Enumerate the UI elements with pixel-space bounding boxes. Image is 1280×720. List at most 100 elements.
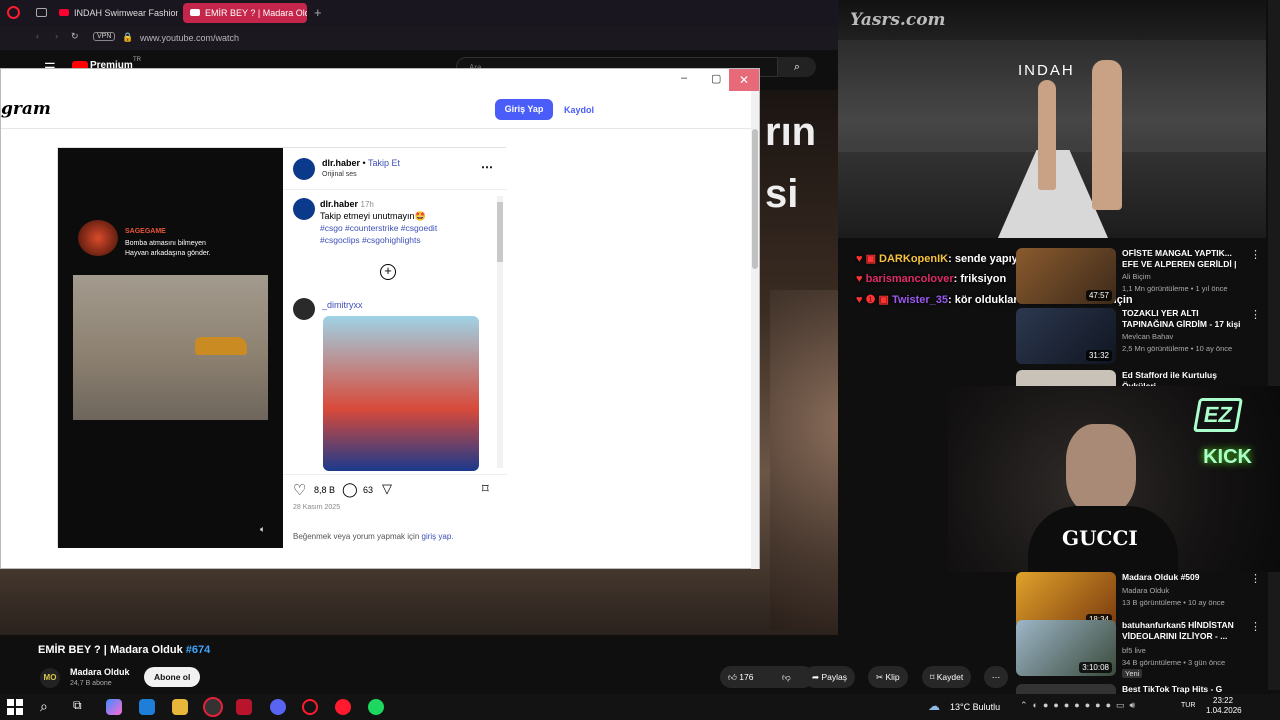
tab-islands-icon[interactable] (36, 8, 47, 17)
comments-scrollbar[interactable] (497, 196, 503, 468)
clock-time[interactable]: 23:22 (1213, 696, 1233, 705)
share-button[interactable]: ➦ Paylaş (804, 666, 855, 688)
video-editor-icon[interactable] (236, 699, 252, 715)
opera-gx-alt-icon[interactable] (335, 699, 351, 715)
recommendation-item[interactable]: Best TikTok Trap Hits - G House (1016, 684, 1252, 694)
like-button[interactable]: 👍︎ 176 👎︎ (720, 666, 814, 688)
search-icon[interactable]: ⌕ (40, 698, 48, 715)
duration-badge: 3:10:08 (1079, 662, 1112, 673)
signup-link[interactable]: Kaydol (564, 105, 594, 115)
more-options-icon[interactable]: ⋮ (1250, 370, 1252, 383)
reload-icon[interactable]: ↻ (71, 31, 79, 42)
caption-time: 17h (360, 200, 374, 209)
popup-scroll-thumb[interactable] (752, 129, 758, 269)
language-indicator[interactable]: TUR (1181, 702, 1195, 709)
more-options-icon[interactable]: ⋮ (1250, 248, 1261, 261)
opera-icon[interactable] (302, 699, 318, 715)
mail-icon[interactable] (139, 699, 155, 715)
more-options-icon[interactable]: ⋮ (1250, 620, 1261, 633)
instagram-popup-window[interactable]: – ▢ ✕ gram Giriş Yap Kaydol SAGEGAME Bom… (0, 68, 760, 569)
weather-text[interactable]: 13°C Bulutlu (950, 702, 1000, 712)
subscribe-button[interactable]: Abone ol (144, 667, 201, 687)
scrollbar-right[interactable] (1268, 0, 1280, 690)
opera-logo-icon[interactable] (7, 6, 20, 19)
channel-avatar[interactable]: MO (40, 668, 60, 688)
browser-tab-bar: INDAH Swimwear Fashion EMİR BEY ? | Mada… (0, 0, 840, 26)
bookmark-icon[interactable]: ⌑ (482, 481, 489, 497)
tab-label: EMİR BEY ? | Madara Olduk (205, 8, 307, 18)
spotify-icon[interactable] (368, 699, 384, 715)
runway-model (1038, 80, 1056, 190)
post-author[interactable]: dlr.haber (322, 158, 360, 168)
dislike-icon[interactable]: 👎︎ (782, 666, 791, 688)
author-avatar[interactable] (293, 158, 315, 180)
tab-label: INDAH Swimwear Fashion (74, 8, 178, 18)
recommendation-meta: 2,5 Mn görüntüleme • 10 ay önce (1122, 344, 1233, 353)
more-options-icon[interactable]: ⋮ (1250, 572, 1261, 585)
instagram-logo[interactable]: gram (1, 99, 51, 119)
clip-text: Bomba atmasını bilmeyen (125, 240, 206, 247)
minimize-icon[interactable]: – (681, 72, 687, 84)
caption-hashtags[interactable]: #csgoclips #csgohighlights (320, 235, 421, 245)
opera-gx-icon[interactable] (203, 697, 223, 717)
forward-icon[interactable]: › (55, 31, 58, 41)
post-like-count: 8,8 B (314, 485, 336, 495)
follow-link[interactable]: Takip Et (368, 158, 400, 168)
tab-indah[interactable]: INDAH Swimwear Fashion (52, 3, 178, 23)
channel-name[interactable]: Madara Olduk (70, 667, 130, 677)
recommendation-meta: 13 B görüntüleme • 10 ay önce (1122, 598, 1225, 607)
tray-icons[interactable]: ⌃◐●●●●●●●▭🔊︎ (1020, 700, 1140, 711)
tab-madara-active[interactable]: EMİR BEY ? | Madara Olduk (183, 3, 307, 23)
back-icon[interactable]: ‹ (36, 31, 39, 41)
url-text[interactable]: www.youtube.com/watch (140, 33, 239, 43)
video-hashtag[interactable]: #674 (186, 644, 210, 656)
like-heart-icon[interactable]: ♡ (293, 481, 306, 499)
recommendation-meta: 34 B görüntüleme • 3 gün önce (1122, 658, 1226, 667)
commenter-avatar[interactable] (293, 298, 315, 320)
mute-icon[interactable]: 🔈︎ (260, 524, 265, 535)
discord-icon[interactable] (270, 699, 286, 715)
save-button[interactable]: ⌑ Kaydet (922, 666, 972, 688)
recommendation-item[interactable]: 3:10:08 batuhanfurkan5 HİNDİSTAN VİDEOLA… (1016, 620, 1261, 678)
login-button[interactable]: Giriş Yap (495, 99, 553, 120)
clip-channel-name: SAGEGAME (125, 228, 166, 235)
clock-date[interactable]: 1.04.2026 (1206, 706, 1242, 715)
recommendation-thumbnail: 3:10:08 (1016, 620, 1116, 676)
search-button[interactable]: ⌕ (778, 57, 816, 77)
caption-hashtags[interactable]: #csgo #counterstrike #csgoedit (320, 223, 437, 233)
duration-badge: 47:57 (1085, 290, 1112, 301)
recommendation-item[interactable]: 47:57 OFİSTE MANGAL YAPTIK... EFE VE ALP… (1016, 248, 1261, 304)
recommendation-item[interactable]: Ed Stafford ile Kurtuluş Öyküleri ⋮ (1016, 370, 1252, 386)
runway-model (1092, 60, 1122, 210)
post-media[interactable]: SAGEGAME Bomba atmasını bilmeyen Hayvan … (58, 148, 283, 548)
recommendation-item[interactable]: 31:32 TOZAKLI YER ALTI TAPINAĞINA GİRDİM… (1016, 308, 1261, 364)
file-explorer-icon[interactable] (172, 699, 188, 715)
author-avatar[interactable] (293, 198, 315, 220)
commenter-name[interactable]: _dimitryxx (322, 300, 363, 310)
login-link[interactable]: giriş yap. (422, 532, 454, 541)
premium-region: TR (133, 57, 141, 63)
more-actions-button[interactable]: ⋯ (984, 666, 1008, 688)
more-options-icon[interactable]: ⋮ (1250, 308, 1261, 321)
runway-stream[interactable]: Yasrs.com INDAH (838, 0, 1266, 238)
task-view-icon[interactable]: ⧉ (73, 698, 82, 713)
post-options-icon[interactable]: ⋯ (481, 160, 493, 174)
clip-button[interactable]: ✂ Klip (868, 666, 908, 688)
duration-badge: 31:32 (1085, 350, 1112, 361)
comment-image (323, 316, 479, 471)
lock-icon: 🔒 (122, 32, 134, 42)
close-window-button[interactable]: ✕ (729, 69, 759, 91)
popup-scrollbar[interactable] (751, 91, 759, 569)
instagram-header: gram Giriş Yap Kaydol (1, 91, 753, 129)
copilot-icon[interactable] (106, 699, 122, 715)
vpn-badge[interactable]: VPN (93, 32, 116, 41)
recommendation-channel: Mevlcan Bahav (1122, 332, 1174, 341)
login-prompt-row: Beğenmek veya yorum yapmak için giriş ya… (293, 532, 454, 541)
maximize-icon[interactable]: ▢ (711, 72, 721, 85)
share-icon[interactable]: ▽ (382, 481, 392, 497)
load-more-comments-icon[interactable]: + (380, 264, 396, 280)
comment-bubble-icon[interactable]: ◯ (342, 481, 358, 498)
start-icon[interactable] (7, 699, 23, 715)
new-tab-plus-icon[interactable]: + (314, 5, 322, 20)
audio-label[interactable]: Orijinal ses (322, 171, 357, 178)
